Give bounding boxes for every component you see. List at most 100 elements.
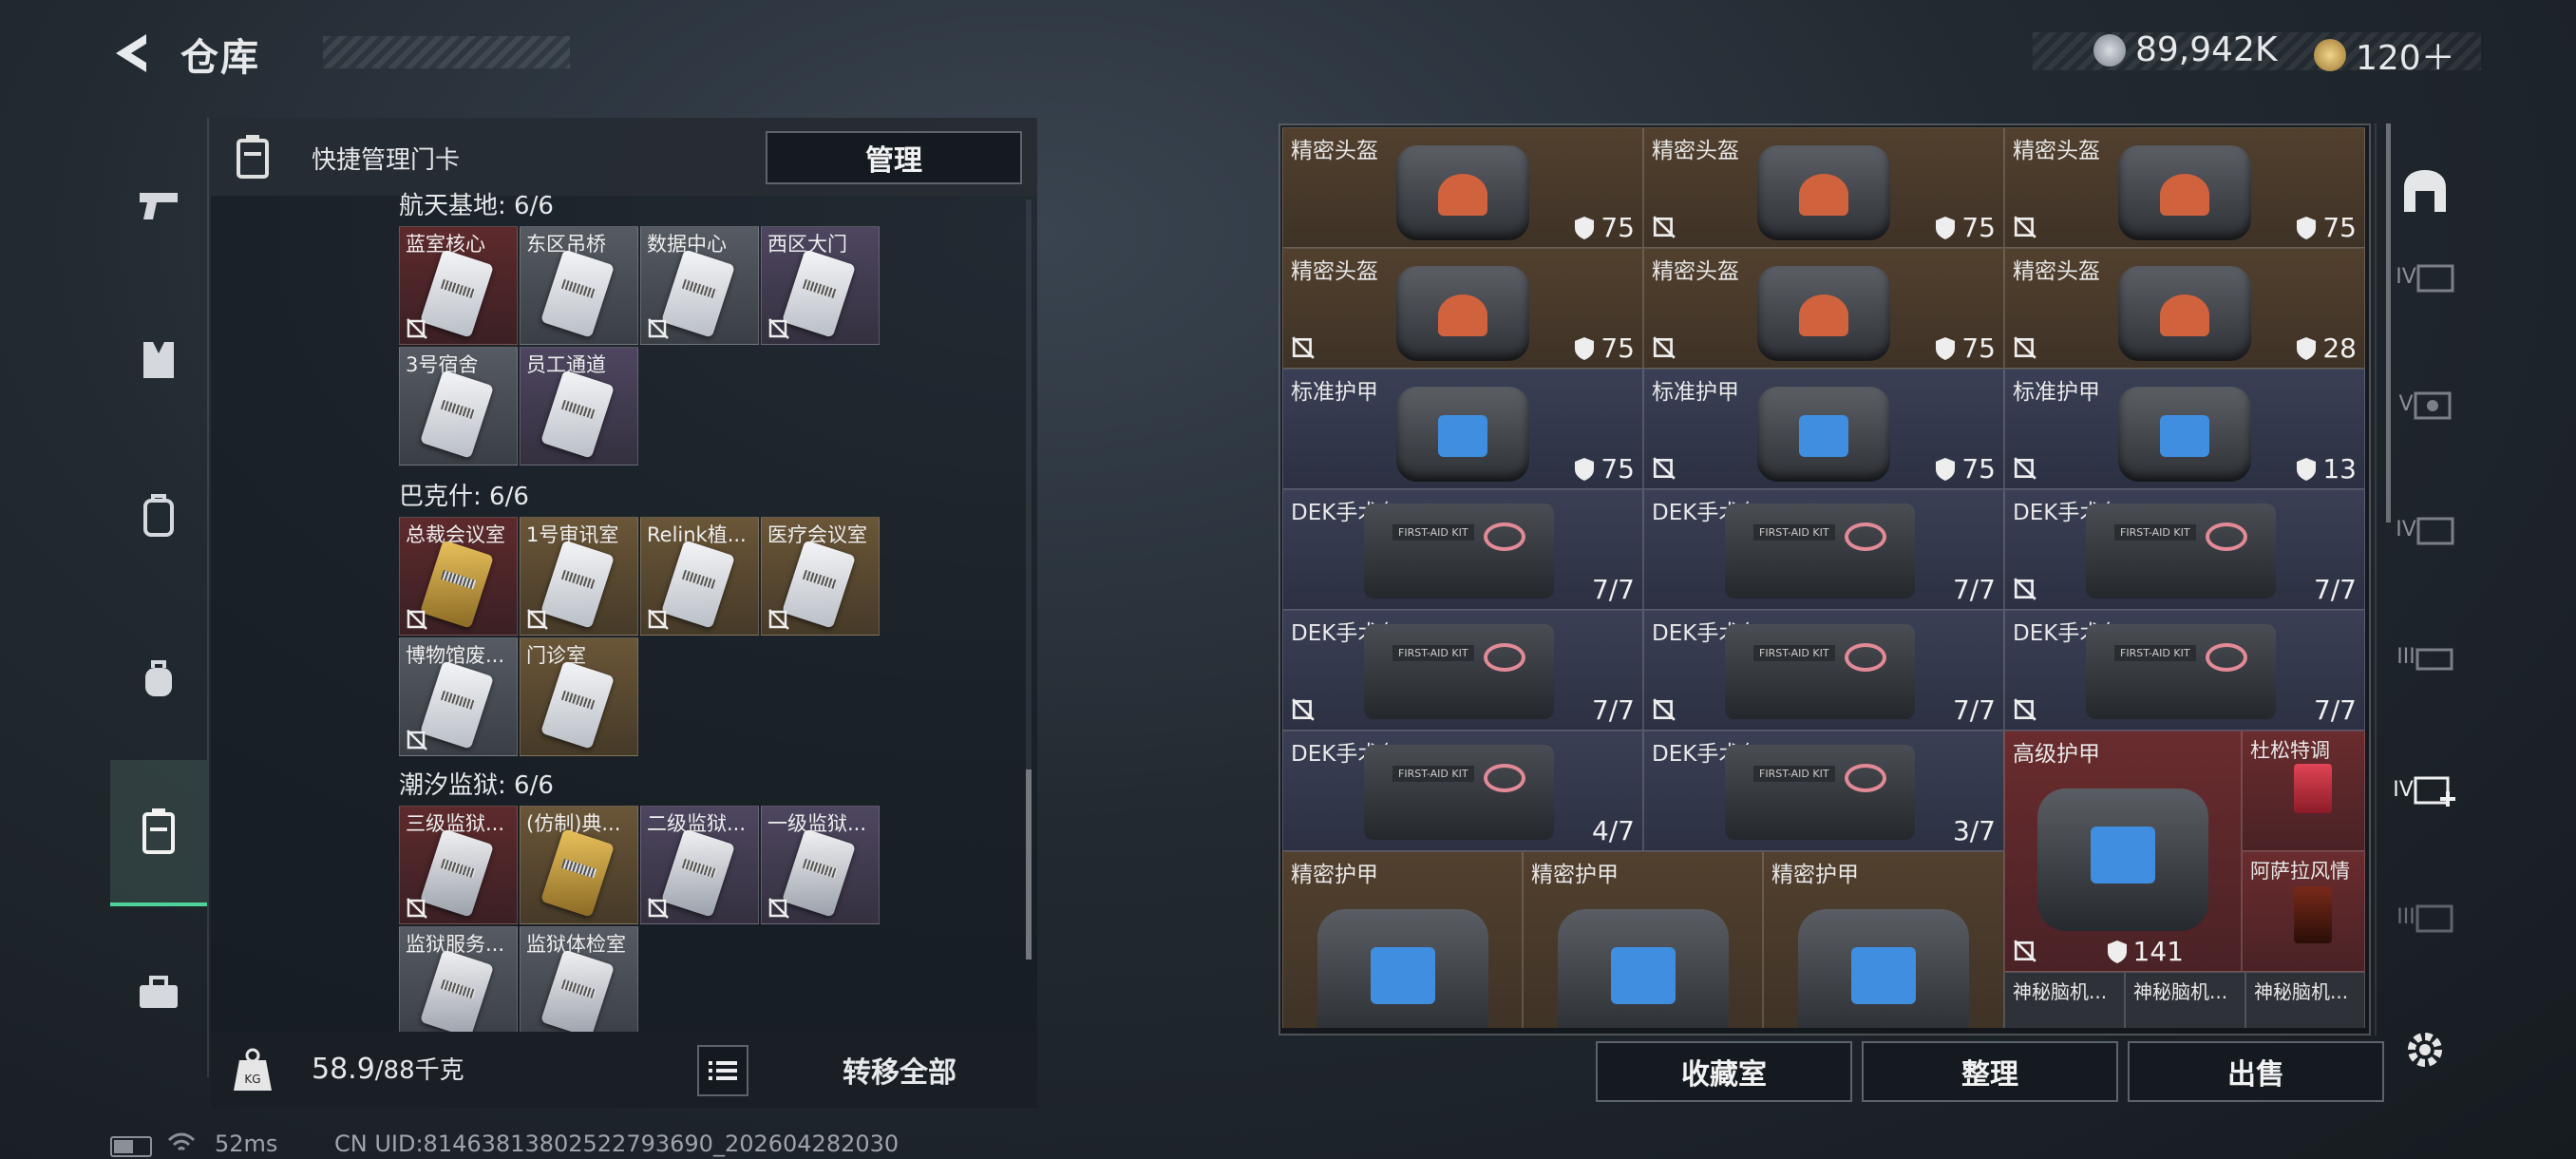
durability-shield-icon [2297, 457, 2317, 481]
armor-icon [2118, 387, 2251, 482]
inventory-item[interactable]: 精密护甲 [1763, 851, 2004, 1028]
nav-backpack[interactable] [110, 464, 207, 568]
nav-weapons[interactable] [110, 152, 207, 256]
right-nav-case[interactable]: III [2379, 604, 2471, 709]
right-nav-add-case[interactable]: IV [2379, 737, 2471, 842]
list-view-button[interactable] [697, 1045, 748, 1096]
keycard-item[interactable]: 三级监狱... [399, 806, 518, 924]
section-title: 巴克什: 6/6 [399, 483, 529, 511]
inventory-item[interactable]: 神秘脑机... [2245, 972, 2365, 1028]
keycard-item[interactable]: Relink植... [640, 517, 759, 636]
keycard-icon [661, 828, 735, 918]
helmet-icon [2118, 145, 2251, 240]
inventory-item[interactable]: DEK手术包7/7 [1643, 489, 2004, 610]
keycard-icon [420, 828, 494, 918]
case-icon [2415, 648, 2453, 671]
pouch-icon [145, 660, 172, 696]
toolbox-icon [140, 976, 178, 1008]
medkit-icon [2086, 504, 2276, 598]
tokens-display[interactable]: 120＋ [2314, 30, 2455, 80]
keycard-icon [420, 540, 494, 629]
inventory-item-large[interactable]: 高级护甲 141 [2004, 731, 2242, 972]
card-grid: 蓝室核心 东区吊桥 数据中心 西区大门 3号宿舍 员工通道 [399, 226, 883, 471]
not-insured-icon [768, 318, 789, 339]
collection-room-button[interactable]: 收藏室 [1596, 1041, 1852, 1102]
right-nav-case[interactable]: IV [2379, 224, 2471, 329]
right-nav-case[interactable]: IV [2379, 477, 2471, 581]
keycard-item[interactable]: 博物馆废... [399, 637, 518, 756]
keycard-item[interactable]: 二级监狱... [640, 806, 759, 924]
left-nav [110, 118, 209, 1077]
inventory-item[interactable]: 标准护甲 75 [1643, 369, 2004, 489]
inventory-item[interactable]: 标准护甲 75 [1282, 369, 1643, 489]
inventory-item[interactable]: 精密头盔 75 [2004, 127, 2365, 248]
inventory-item[interactable]: 精密头盔 75 [1282, 248, 1643, 369]
nav-toolbox[interactable] [110, 940, 207, 1045]
inventory-item[interactable]: DEK手术包4/7 [1282, 731, 1643, 851]
inventory-item[interactable]: 阿萨拉风情 [2242, 851, 2365, 972]
right-nav-case[interactable]: V [2379, 352, 2471, 456]
svg-text:KG: KG [244, 1073, 260, 1086]
keycard-item[interactable]: 监狱体检室 [520, 926, 638, 1032]
keycard-icon [782, 540, 856, 629]
keycard-icon [661, 249, 735, 338]
inventory-item[interactable]: 杜松特调 [2242, 731, 2365, 851]
sell-button[interactable]: 出售 [2128, 1041, 2384, 1102]
inventory-item[interactable]: DEK手术包7/7 [1282, 610, 1643, 731]
keycard-icon [540, 540, 615, 629]
keycard-item[interactable]: 门诊室 [520, 637, 638, 756]
inventory-item[interactable]: DEK手术包3/7 [1643, 731, 2004, 851]
inventory-item[interactable]: DEK手术包7/7 [1282, 489, 1643, 610]
inventory-item[interactable]: 标准护甲 13 [2004, 369, 2365, 489]
inventory-item[interactable]: 精密护甲 [1523, 851, 1763, 1028]
inventory-grid: 精密头盔 75 精密头盔 75 精密头盔 75 精密头盔 75 精密头盔 75 精密头盔 2… [1282, 127, 2365, 1028]
armor-icon [2037, 788, 2208, 931]
manage-button[interactable]: 管理 [766, 131, 1022, 184]
keycard-icon [420, 949, 494, 1032]
inventory-item[interactable]: 精密头盔 75 [1282, 127, 1643, 248]
keycard-icon [540, 660, 615, 750]
keycard-item[interactable]: 东区吊桥 [520, 226, 638, 345]
inventory-item[interactable]: 精密头盔 75 [1643, 248, 2004, 369]
token-icon [2314, 39, 2346, 71]
keycard-item[interactable]: 3号宿舍 [399, 347, 518, 466]
keycard-item[interactable]: 医疗会议室 [761, 517, 880, 636]
inventory-item[interactable]: 神秘脑机... [2004, 972, 2125, 1028]
keycard-item[interactable]: 监狱服务... [399, 926, 518, 1032]
keycard-item[interactable]: 总裁会议室 [399, 517, 518, 636]
keycard-icon [420, 660, 494, 750]
inventory-item[interactable]: DEK手术包7/7 [2004, 610, 2365, 731]
nav-keycards[interactable] [110, 760, 207, 906]
card-panel-scroll-thumb[interactable] [1026, 770, 1032, 960]
add-case-icon [2414, 776, 2455, 807]
right-nav-case[interactable]: III [2379, 864, 2471, 969]
transfer-all-button[interactable]: 转移全部 [781, 1049, 1018, 1091]
inventory-item[interactable]: 精密头盔 28 [2004, 248, 2365, 369]
not-insured-icon [1653, 216, 1676, 238]
durability-shield-icon [2107, 940, 2127, 963]
keycard-item[interactable]: 1号审讯室 [520, 517, 638, 636]
inventory-item[interactable]: 精密头盔 75 [1643, 127, 2004, 248]
nav-bag[interactable] [110, 627, 207, 732]
armor-icon [1316, 909, 1488, 1028]
durability-shield-icon [2297, 216, 2317, 239]
not-insured-icon [1292, 336, 1315, 359]
keycard-item[interactable]: 西区大门 [761, 226, 880, 345]
title-decoration [323, 36, 570, 68]
sort-button[interactable]: 整理 [1862, 1041, 2118, 1102]
keycard-item[interactable]: 员工通道 [520, 347, 638, 466]
inventory-item[interactable]: DEK手术包7/7 [1643, 610, 2004, 731]
not-insured-icon [407, 318, 427, 339]
keycard-item[interactable]: (仿制)典... [520, 806, 638, 924]
settings-button[interactable] [2401, 1026, 2449, 1074]
inventory-item[interactable]: DEK手术包7/7 [2004, 489, 2365, 610]
armor-icon [1798, 909, 1969, 1028]
nav-armor[interactable] [110, 308, 207, 412]
not-insured-icon [407, 898, 427, 919]
keycard-item[interactable]: 数据中心 [640, 226, 759, 345]
inventory-item[interactable]: 神秘脑机... [2125, 972, 2245, 1028]
keycard-item[interactable]: 一级监狱... [761, 806, 880, 924]
inventory-item[interactable]: 精密护甲 [1282, 851, 1523, 1028]
back-arrow-icon[interactable] [106, 28, 156, 78]
keycard-item[interactable]: 蓝室核心 [399, 226, 518, 345]
